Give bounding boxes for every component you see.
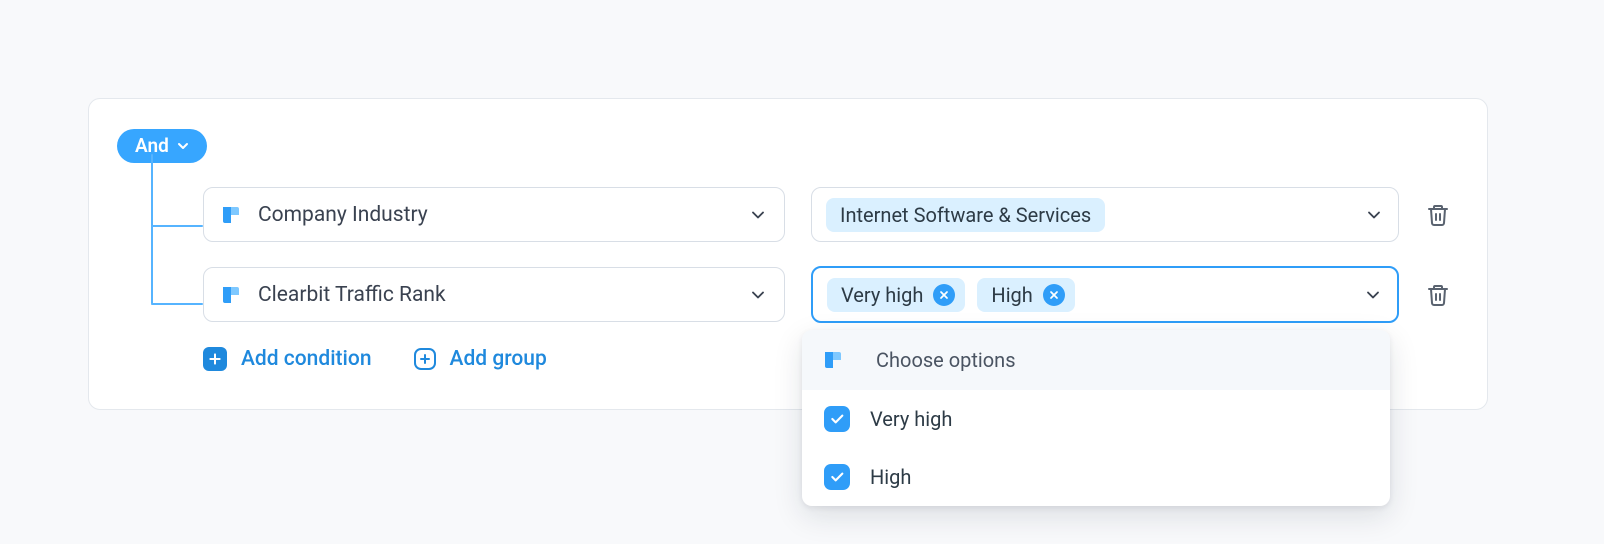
- tree-connector-horizontal: [151, 225, 203, 227]
- chip-label: Very high: [841, 283, 923, 307]
- value-select[interactable]: Internet Software & Services: [811, 187, 1399, 242]
- delete-condition-button[interactable]: [1425, 201, 1451, 229]
- checkbox-checked-icon: [824, 464, 850, 490]
- clearbit-icon: [822, 349, 844, 371]
- value-select[interactable]: Very high High: [811, 266, 1399, 323]
- field-select[interactable]: Clearbit Traffic Rank: [203, 267, 785, 322]
- chevron-down-icon: [748, 285, 768, 305]
- option-label: High: [870, 465, 911, 489]
- chip-label: Internet Software & Services: [840, 203, 1091, 227]
- remove-chip-button[interactable]: [1043, 284, 1065, 306]
- dropdown-header-label: Choose options: [876, 348, 1016, 372]
- plus-icon: [203, 347, 227, 371]
- plus-outline-icon: [414, 348, 436, 370]
- value-chip: Internet Software & Services: [826, 198, 1105, 232]
- clearbit-icon: [220, 204, 242, 226]
- add-group-label: Add group: [450, 347, 547, 371]
- dropdown-option[interactable]: Very high: [802, 390, 1390, 448]
- field-label: Company Industry: [258, 203, 748, 227]
- chevron-down-icon: [748, 205, 768, 225]
- dropdown-header: Choose options: [802, 330, 1390, 390]
- tree-connector-vertical: [151, 154, 153, 304]
- options-dropdown: Choose options Very high High: [802, 330, 1390, 506]
- logic-operator-pill[interactable]: And: [117, 129, 207, 163]
- option-label: Very high: [870, 407, 952, 431]
- chevron-down-icon: [1363, 285, 1383, 305]
- remove-chip-button[interactable]: [933, 284, 955, 306]
- chip-label: High: [991, 283, 1032, 307]
- add-condition-button[interactable]: Add condition: [203, 347, 372, 371]
- value-chip: Very high: [827, 278, 965, 312]
- field-select[interactable]: Company Industry: [203, 187, 785, 242]
- clearbit-icon: [220, 284, 242, 306]
- add-condition-label: Add condition: [241, 347, 372, 371]
- dropdown-option[interactable]: High: [802, 448, 1390, 506]
- add-group-button[interactable]: Add group: [414, 347, 547, 371]
- value-chip: High: [977, 278, 1074, 312]
- delete-condition-button[interactable]: [1425, 281, 1451, 309]
- field-label: Clearbit Traffic Rank: [258, 283, 748, 307]
- chevron-down-icon: [1364, 205, 1384, 225]
- condition-row: Clearbit Traffic Rank Very high High: [203, 266, 1459, 323]
- checkbox-checked-icon: [824, 406, 850, 432]
- tree-connector-horizontal: [151, 303, 203, 305]
- condition-row: Company Industry Internet Software & Ser…: [203, 187, 1459, 242]
- chevron-down-icon: [175, 138, 191, 154]
